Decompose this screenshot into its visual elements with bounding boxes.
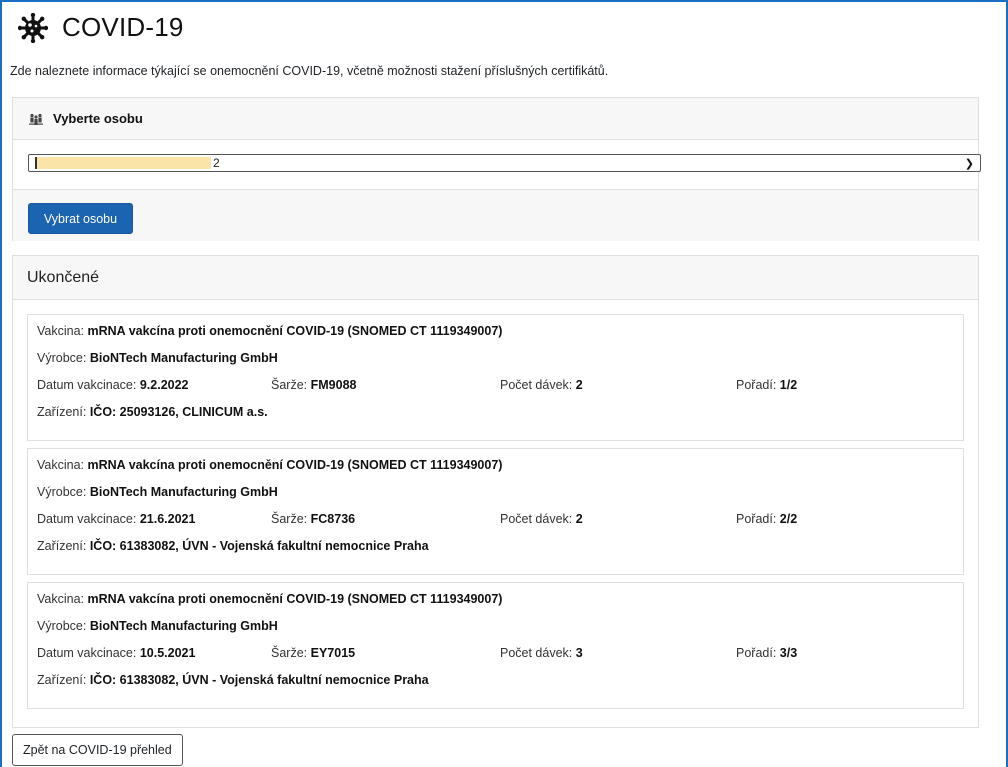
vaccine-row: Vakcina: mRNA vakcína proti onemocnění C… bbox=[37, 324, 502, 338]
maker-row: Výrobce: BioNTech Manufacturing GmbH bbox=[37, 485, 278, 499]
vaccination-record: Vakcina: mRNA vakcína proti onemocnění C… bbox=[27, 582, 964, 709]
page-header: COVID-19 bbox=[18, 12, 184, 43]
vaccine-value: mRNA vakcína proti onemocnění COVID-19 (… bbox=[87, 458, 503, 472]
doses-value: 3 bbox=[575, 646, 583, 660]
date-value: 21.6.2021 bbox=[139, 512, 196, 526]
date-value: 9.2.2022 bbox=[139, 378, 189, 392]
redacted-name bbox=[35, 157, 211, 169]
facility-label: Zařízení: bbox=[37, 405, 87, 419]
facility-value: IČO: 61383082, ÚVN - Vojenská fakultní n… bbox=[89, 539, 429, 553]
order-label: Pořadí: bbox=[736, 646, 777, 660]
person-card-footer: Vybrat osobu bbox=[13, 190, 978, 241]
order-value: 2/2 bbox=[779, 512, 798, 526]
batch-field: Šarže: FM9088 bbox=[271, 378, 356, 392]
maker-value: BioNTech Manufacturing GmbH bbox=[89, 351, 278, 365]
person-select-value: 2 bbox=[213, 156, 220, 170]
batch-value: FC8736 bbox=[310, 512, 356, 526]
person-card-header: Vyberte osobu bbox=[13, 98, 978, 140]
select-person-button[interactable]: Vybrat osobu bbox=[28, 203, 133, 234]
batch-label: Šarže: bbox=[271, 646, 308, 660]
vaccination-list: Vakcina: mRNA vakcína proti onemocnění C… bbox=[13, 300, 978, 709]
order-field: Pořadí: 1/2 bbox=[736, 378, 797, 392]
vaccine-value: mRNA vakcína proti onemocnění COVID-19 (… bbox=[87, 324, 503, 338]
facility-row: Zařízení: IČO: 25093126, CLINICUM a.s. bbox=[37, 405, 268, 419]
maker-label: Výrobce: bbox=[37, 351, 87, 365]
vaccination-record: Vakcina: mRNA vakcína proti onemocnění C… bbox=[27, 314, 964, 441]
date-label: Datum vakcinace: bbox=[37, 378, 137, 392]
doses-label: Počet dávek: bbox=[500, 512, 573, 526]
order-field: Pořadí: 2/2 bbox=[736, 512, 797, 526]
order-label: Pořadí: bbox=[736, 378, 777, 392]
chevron-down-icon: ❯ bbox=[964, 158, 974, 170]
batch-label: Šarže: bbox=[271, 512, 308, 526]
doses-label: Počet dávek: bbox=[500, 378, 573, 392]
date-label: Datum vakcinace: bbox=[37, 646, 137, 660]
date-field: Datum vakcinace: 10.5.2021 bbox=[37, 646, 195, 660]
vaccination-record: Vakcina: mRNA vakcína proti onemocnění C… bbox=[27, 448, 964, 575]
date-field: Datum vakcinace: 9.2.2022 bbox=[37, 378, 189, 392]
maker-value: BioNTech Manufacturing GmbH bbox=[89, 619, 278, 633]
order-label: Pořadí: bbox=[736, 512, 777, 526]
vaccine-label: Vakcina: bbox=[37, 458, 85, 472]
page-intro: Zde naleznete informace týkající se onem… bbox=[10, 64, 609, 78]
virus-icon bbox=[18, 12, 48, 43]
person-select[interactable]: 2 ❯ bbox=[28, 154, 981, 172]
page-title: COVID-19 bbox=[62, 12, 184, 42]
completed-card-title: Ukončené bbox=[27, 268, 100, 286]
people-icon bbox=[29, 113, 43, 125]
maker-label: Výrobce: bbox=[37, 619, 87, 633]
vaccine-row: Vakcina: mRNA vakcína proti onemocnění C… bbox=[37, 458, 502, 472]
completed-card: Ukončené Vakcina: mRNA vakcína proti one… bbox=[12, 255, 979, 728]
vaccine-row: Vakcina: mRNA vakcína proti onemocnění C… bbox=[37, 592, 502, 606]
date-field: Datum vakcinace: 21.6.2021 bbox=[37, 512, 195, 526]
doses-field: Počet dávek: 2 bbox=[500, 378, 583, 392]
doses-value: 2 bbox=[575, 378, 583, 392]
facility-row: Zařízení: IČO: 61383082, ÚVN - Vojenská … bbox=[37, 539, 429, 553]
batch-label: Šarže: bbox=[271, 378, 308, 392]
person-select-row: 2 ❯ bbox=[13, 140, 981, 190]
doses-field: Počet dávek: 2 bbox=[500, 512, 583, 526]
doses-label: Počet dávek: bbox=[500, 646, 573, 660]
vaccine-label: Vakcina: bbox=[37, 592, 85, 606]
person-card-title: Vyberte osobu bbox=[53, 111, 143, 126]
maker-value: BioNTech Manufacturing GmbH bbox=[89, 485, 278, 499]
back-to-overview-button[interactable]: Zpět na COVID-19 přehled bbox=[12, 734, 183, 766]
person-card: Vyberte osobu 2 ❯ Vybrat osobu bbox=[12, 97, 981, 241]
doses-value: 2 bbox=[575, 512, 583, 526]
completed-card-header: Ukončené bbox=[13, 256, 978, 300]
facility-value: IČO: 25093126, CLINICUM a.s. bbox=[89, 405, 268, 419]
facility-row: Zařízení: IČO: 61383082, ÚVN - Vojenská … bbox=[37, 673, 429, 687]
order-value: 1/2 bbox=[779, 378, 798, 392]
maker-row: Výrobce: BioNTech Manufacturing GmbH bbox=[37, 351, 278, 365]
vaccine-value: mRNA vakcína proti onemocnění COVID-19 (… bbox=[87, 592, 503, 606]
order-value: 3/3 bbox=[779, 646, 798, 660]
batch-field: Šarže: EY7015 bbox=[271, 646, 355, 660]
maker-label: Výrobce: bbox=[37, 485, 87, 499]
date-value: 10.5.2021 bbox=[139, 646, 196, 660]
maker-row: Výrobce: BioNTech Manufacturing GmbH bbox=[37, 619, 278, 633]
facility-label: Zařízení: bbox=[37, 539, 87, 553]
vaccine-label: Vakcina: bbox=[37, 324, 85, 338]
doses-field: Počet dávek: 3 bbox=[500, 646, 583, 660]
batch-field: Šarže: FC8736 bbox=[271, 512, 355, 526]
order-field: Pořadí: 3/3 bbox=[736, 646, 797, 660]
batch-value: EY7015 bbox=[310, 646, 356, 660]
facility-value: IČO: 61383082, ÚVN - Vojenská fakultní n… bbox=[89, 673, 429, 687]
date-label: Datum vakcinace: bbox=[37, 512, 137, 526]
batch-value: FM9088 bbox=[310, 378, 357, 392]
facility-label: Zařízení: bbox=[37, 673, 87, 687]
